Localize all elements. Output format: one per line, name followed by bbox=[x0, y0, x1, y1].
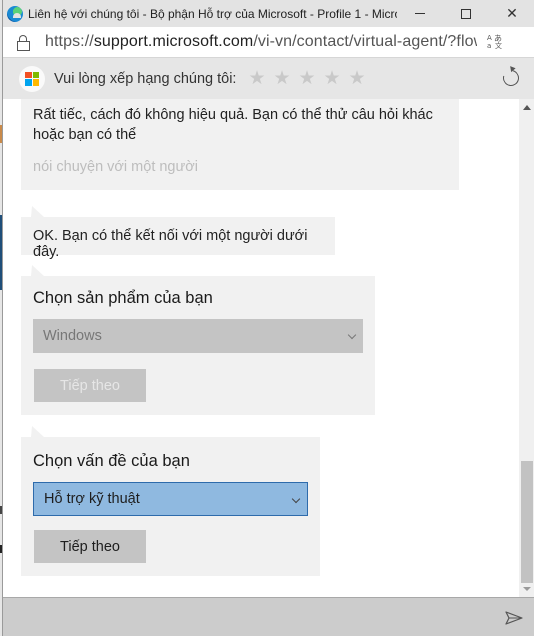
svg-text:a: a bbox=[487, 42, 491, 49]
url-host: support.microsoft.com bbox=[93, 33, 254, 50]
scroll-down-arrow-icon[interactable] bbox=[523, 587, 531, 591]
chat-scrollbar[interactable] bbox=[519, 99, 534, 597]
bubble-tail bbox=[31, 206, 44, 217]
card-heading: Chọn sản phẩm của bạn bbox=[33, 289, 213, 307]
issue-select-card: Chọn vấn đề của bạn Hỗ trợ kỹ thuật Tiếp… bbox=[21, 426, 320, 576]
message-input-bar bbox=[3, 597, 534, 636]
microsoft-logo bbox=[19, 65, 45, 92]
card-heading: Chọn vấn đề của bạn bbox=[33, 452, 190, 470]
scrollbar-thumb[interactable] bbox=[521, 461, 533, 583]
product-select-card: Chọn sản phẩm của bạn Windows Tiếp theo bbox=[21, 265, 375, 415]
svg-text:A: A bbox=[487, 34, 492, 42]
dropdown-value: Hỗ trợ kỹ thuật bbox=[44, 491, 140, 507]
next-button-disabled[interactable]: Tiếp theo bbox=[34, 369, 146, 402]
address-bar[interactable]: https://support.microsoft.com/vi-vn/cont… bbox=[3, 27, 534, 57]
window-title: Liên hệ với chúng tôi - Bộ phận Hỗ trợ c… bbox=[28, 6, 397, 21]
star-rating[interactable]: ★ ★ ★ ★ ★ bbox=[244, 67, 369, 90]
rating-bar: Vui lòng xếp hạng chúng tôi: ★ ★ ★ ★ ★ bbox=[3, 57, 534, 99]
star-icon-2[interactable]: ★ bbox=[269, 67, 294, 90]
star-icon-4[interactable]: ★ bbox=[319, 67, 344, 90]
browser-popup-window: Liên hệ với chúng tôi - Bộ phận Hỗ trợ c… bbox=[2, 0, 534, 636]
url-path: /vi-vn/contact/virtual-agent/?flowId... bbox=[253, 33, 477, 50]
star-icon-1[interactable]: ★ bbox=[244, 67, 269, 90]
maximize-button[interactable] bbox=[443, 0, 489, 27]
refresh-icon[interactable] bbox=[500, 67, 522, 89]
chevron-down-icon bbox=[347, 330, 357, 340]
maximize-icon bbox=[461, 8, 471, 19]
url-text[interactable]: https://support.microsoft.com/vi-vn/cont… bbox=[45, 33, 477, 51]
issue-dropdown[interactable]: Hỗ trợ kỹ thuật bbox=[33, 482, 308, 516]
bubble-tail bbox=[31, 426, 44, 437]
next-button[interactable]: Tiếp theo bbox=[34, 530, 146, 563]
send-icon[interactable] bbox=[505, 611, 523, 625]
bot-message: OK. Bạn có thể kết nối với một người dướ… bbox=[21, 206, 335, 260]
close-icon: ✕ bbox=[506, 5, 518, 21]
rating-label: Vui lòng xếp hạng chúng tôi: bbox=[54, 70, 237, 87]
svg-text:文: 文 bbox=[495, 41, 502, 49]
lock-icon[interactable] bbox=[17, 35, 30, 51]
message-text: OK. Bạn có thể kết nối với một người dướ… bbox=[33, 228, 308, 260]
chat-transcript: Rất tiếc, cách đó không hiệu quả. Bạn có… bbox=[3, 99, 519, 597]
scroll-up-arrow-icon[interactable] bbox=[523, 105, 531, 110]
message-input[interactable] bbox=[13, 602, 493, 632]
url-scheme: https:// bbox=[45, 33, 94, 50]
minimize-icon bbox=[415, 13, 425, 14]
message-text: Rất tiếc, cách đó không hiệu quả. Bạn có… bbox=[33, 107, 433, 143]
star-icon-5[interactable]: ★ bbox=[344, 67, 369, 90]
minimize-button[interactable] bbox=[397, 0, 443, 27]
talk-to-person-link[interactable]: nói chuyện với một người bbox=[33, 159, 447, 175]
microsoft-logo-icon bbox=[25, 71, 39, 86]
star-icon-3[interactable]: ★ bbox=[294, 67, 319, 90]
translate-icon[interactable]: Aあa文 bbox=[487, 33, 503, 51]
product-dropdown[interactable]: Windows bbox=[33, 319, 363, 353]
bubble-tail bbox=[31, 265, 44, 276]
title-bar[interactable]: Liên hệ với chúng tôi - Bộ phận Hỗ trợ c… bbox=[3, 0, 534, 27]
close-button[interactable]: ✕ bbox=[489, 0, 534, 27]
edge-browser-icon bbox=[7, 5, 23, 22]
chevron-down-icon bbox=[291, 494, 301, 504]
bot-message: Rất tiếc, cách đó không hiệu quả. Bạn có… bbox=[21, 99, 459, 190]
dropdown-value: Windows bbox=[43, 328, 102, 344]
